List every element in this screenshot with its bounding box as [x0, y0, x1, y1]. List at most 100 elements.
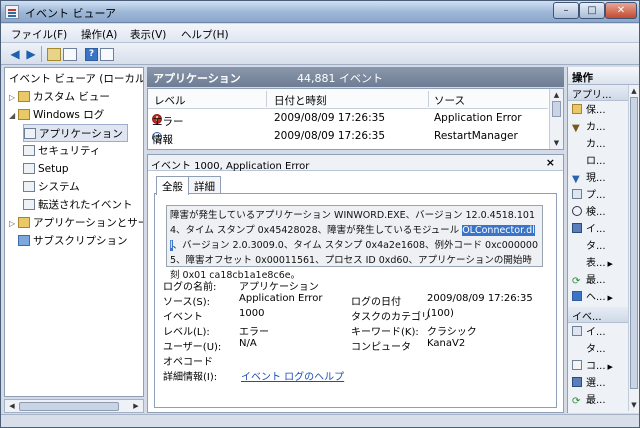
keywords-value: クラシック: [427, 327, 477, 338]
scroll-thumb[interactable]: [19, 402, 119, 411]
section-label: イベ...: [572, 312, 602, 323]
opcode-label: オペコード: [163, 357, 213, 368]
action-view[interactable]: 表... ▶: [572, 255, 613, 272]
source-value: Application Error: [239, 293, 323, 304]
scroll-left-icon[interactable]: ◀: [6, 401, 18, 412]
event-count: 44,881 イベント: [297, 72, 383, 85]
menu-file[interactable]: ファイル(F): [11, 27, 67, 42]
properties-icon: [572, 189, 582, 199]
forward-arrow-icon[interactable]: ▶: [23, 46, 39, 62]
scroll-thumb[interactable]: [552, 101, 561, 117]
action-refresh[interactable]: ⟳ 最...: [572, 272, 606, 289]
collapse-icon[interactable]: ◢: [9, 107, 18, 125]
back-arrow-icon[interactable]: ◀: [7, 46, 23, 62]
event-row[interactable]: ! エラー 2009/08/09 17:26:35 Application Er…: [148, 110, 548, 128]
tree-item-setup[interactable]: Setup: [23, 160, 69, 178]
tree-item-event-viewer-local[interactable]: イベント ビューア (ローカル): [9, 70, 144, 88]
action-attach-task[interactable]: タ...: [572, 238, 606, 255]
event-source: Application Error: [434, 112, 522, 124]
scroll-up-icon[interactable]: ▲: [629, 86, 639, 96]
user-value: N/A: [239, 338, 257, 349]
action-create-custom-view[interactable]: ▼ カ...: [572, 119, 606, 136]
action-copy[interactable]: コ... ▶: [572, 358, 613, 375]
close-detail-icon[interactable]: ×: [546, 156, 555, 169]
event-detail-header: イベント 1000, Application Error ×: [148, 155, 563, 172]
action-event-properties[interactable]: イ...: [572, 324, 606, 341]
event-id-value: 1000: [239, 308, 265, 319]
computer-label: コンピュータ: [351, 342, 411, 353]
scroll-down-icon[interactable]: ▼: [551, 138, 562, 148]
scroll-right-icon[interactable]: ▶: [130, 401, 142, 412]
action-clear-log[interactable]: ロ...: [572, 153, 606, 170]
toolbar: ◀ ▶ ?: [1, 43, 639, 65]
action-properties[interactable]: プ...: [572, 187, 606, 204]
tree-item-label: イベント ビューア (ローカル): [9, 73, 144, 85]
action-refresh-event[interactable]: ⟳ 最...: [572, 392, 606, 409]
log-name-value: アプリケーション: [239, 282, 319, 293]
action-save-selected[interactable]: 選...: [572, 375, 606, 392]
tree-item-forwarded-events[interactable]: 転送されたイベント: [23, 196, 133, 214]
tree-item-application[interactable]: アプリケーション: [23, 124, 128, 142]
menu-help[interactable]: ヘルプ(H): [181, 27, 229, 42]
help-icon: [572, 291, 582, 301]
action-filter-current-log[interactable]: ▼ 現...: [572, 170, 606, 187]
actions-title: 操作: [568, 67, 639, 85]
computer-value: KanaV2: [427, 338, 466, 349]
find-icon: [572, 206, 582, 216]
event-row[interactable]: i 情報 2009/08/09 17:26:35 RestartManager: [148, 128, 548, 146]
action-attach-task-event[interactable]: タ...: [572, 341, 606, 358]
action-open-saved-log[interactable]: 保...: [572, 102, 606, 119]
tree-item-windows-logs[interactable]: ◢ Windows ログ: [9, 106, 104, 124]
action-save-events[interactable]: イ...: [572, 221, 606, 238]
toolbar-separator: [41, 46, 42, 62]
folder-open-icon: [572, 104, 582, 114]
tree-item-custom-views[interactable]: ▷ カスタム ビュー: [9, 88, 110, 106]
expand-icon[interactable]: ▷: [9, 215, 18, 233]
tree-item-label: システム: [38, 181, 80, 193]
action-help[interactable]: ヘ... ▶: [572, 289, 613, 306]
scroll-down-icon[interactable]: ▼: [629, 400, 639, 410]
tree-item-security[interactable]: セキュリティ: [23, 142, 100, 160]
status-bar: [1, 414, 639, 427]
event-id-label: イベント: [163, 312, 203, 323]
menu-action[interactable]: 操作(A): [81, 27, 117, 42]
event-log-help-link[interactable]: イベント ログのヘルプ: [241, 368, 344, 383]
copy-icon: [572, 360, 582, 370]
up-folder-icon[interactable]: [47, 48, 61, 61]
help-icon[interactable]: ?: [85, 48, 98, 61]
action-import-custom-view[interactable]: カ...: [572, 136, 606, 153]
expand-icon[interactable]: ▷: [9, 89, 18, 107]
close-button[interactable]: ✕: [605, 2, 637, 19]
maximize-button[interactable]: □: [579, 2, 605, 19]
task-category-value: (100): [427, 308, 454, 319]
tab-general[interactable]: 全般: [156, 176, 189, 195]
event-message[interactable]: 障害が発生しているアプリケーション WINWORD.EXE、バージョン 12.0…: [166, 205, 543, 281]
level-label: レベル(L):: [163, 327, 210, 338]
menu-view[interactable]: 表示(V): [130, 27, 166, 42]
tree-horizontal-scrollbar[interactable]: ◀ ▶: [4, 399, 144, 413]
events-vertical-scrollbar[interactable]: ▲ ▼: [549, 89, 563, 149]
submenu-arrow-icon: ▶: [607, 363, 613, 371]
keywords-label: キーワード(K):: [351, 327, 419, 338]
actions-vertical-scrollbar[interactable]: ▲ ▼: [628, 85, 639, 411]
section-label: アプリ...: [572, 90, 612, 101]
show-action-pane-icon[interactable]: [100, 48, 114, 61]
column-header-source[interactable]: ソース: [434, 93, 465, 108]
tab-details[interactable]: 詳細: [188, 176, 221, 194]
filter-icon: ▼: [572, 123, 580, 134]
action-find[interactable]: 検...: [572, 204, 606, 221]
minimize-button[interactable]: –: [553, 2, 579, 19]
log-title: アプリケーション: [153, 72, 241, 85]
scroll-thumb[interactable]: [630, 97, 638, 389]
events-list: レベル 日付と時刻 ソース ! エラー 2009/08/09 17:26:35 …: [147, 88, 564, 150]
tree-item-system[interactable]: システム: [23, 178, 80, 196]
folder-icon: [18, 109, 30, 120]
tree-item-subscriptions[interactable]: サブスクリプション: [9, 232, 128, 250]
event-detail-title: イベント 1000, Application Error: [151, 161, 310, 172]
refresh-icon: ⟳: [572, 396, 581, 407]
scroll-up-icon[interactable]: ▲: [551, 90, 562, 100]
tree-item-apps-services-logs[interactable]: ▷ アプリケーションとサービス ログ: [9, 214, 143, 233]
column-header-date-time[interactable]: 日付と時刻: [274, 93, 327, 108]
show-tree-icon[interactable]: [63, 48, 77, 61]
column-header-level[interactable]: レベル: [154, 93, 186, 108]
